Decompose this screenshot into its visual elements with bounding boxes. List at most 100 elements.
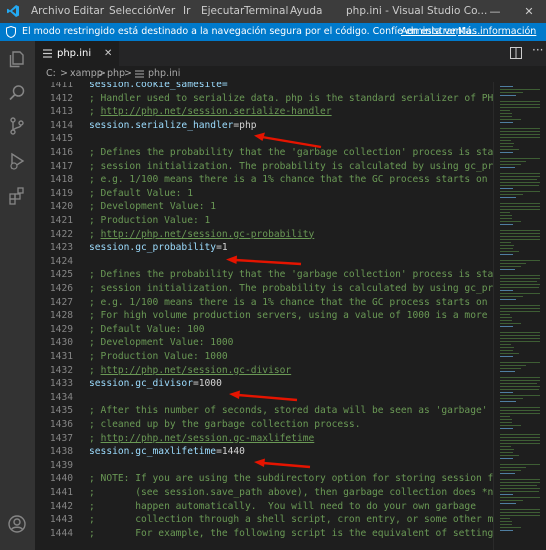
code-line[interactable]: 1414 session.serialize_handler=php [35,119,493,133]
menu-ejecutar[interactable]: Ejecutar [201,0,244,23]
minimap-line [500,182,540,183]
setting-line: session.gc_maxlifetime=1440 [89,445,245,459]
minimap[interactable] [493,82,546,550]
extensions-icon[interactable] [7,186,27,206]
minimap-line [500,491,539,492]
breadcrumb-drive[interactable]: C: [46,66,56,82]
minimap-line [500,419,512,420]
code-line[interactable]: 1424 [35,255,493,269]
vscode-logo-icon [7,5,19,17]
code-line[interactable]: 1411 session.cookie_samesite= [35,82,493,92]
menu-editar[interactable]: Editar [73,0,104,23]
code-line[interactable]: 1426 ; session initialization. The probab… [35,282,493,296]
code-line[interactable]: 1443 ; collection through a shell script,… [35,513,493,527]
run-debug-icon[interactable] [7,151,27,171]
minimap-line [500,254,513,255]
code-line[interactable]: 1435 ; After this number of seconds, stor… [35,404,493,418]
more-actions-icon[interactable]: ··· [532,43,543,57]
code-line[interactable]: 1427 ; e.g. 1/100 means there is a 1% cha… [35,296,493,310]
minimap-line [500,515,540,516]
minimap-line [500,398,523,399]
comment-line: ; session initialization. The probabilit… [89,283,493,294]
line-number: 1438 [49,446,73,458]
minimap-line [500,251,519,252]
menu-seleccion[interactable]: Selección [109,0,159,23]
code-line[interactable]: 1433 session.gc_divisor=1000 [35,377,493,391]
line-number: 1422 [49,228,73,240]
code-line[interactable]: 1442 ; happen automatically. You will nee… [35,500,493,514]
minimap-line [500,197,516,198]
code-line[interactable]: 1434 [35,391,493,405]
minimap-line [500,188,513,189]
menu-ver[interactable]: Ver [158,0,175,23]
source-control-icon[interactable] [7,116,27,136]
tab-php-ini[interactable]: php.ini ✕ [35,41,119,66]
line-number: 1417 [49,160,73,172]
code-line[interactable]: 1420 ; Development Value: 1 [35,200,493,214]
split-editor-icon[interactable] [510,47,522,59]
minimap-line [500,482,540,483]
code-line[interactable]: 1436 ; cleaned up by the garbage collecti… [35,418,493,432]
code-line[interactable]: 1432; http://php.net/session.gc-divisor [35,364,493,378]
minimap-line [500,152,513,153]
more-info-link[interactable]: Más información [458,23,536,41]
minimap-line [500,428,513,429]
menu-terminal[interactable]: Terminal [244,0,288,23]
code-line[interactable]: 1416 ; Defines the probability that the '… [35,146,493,160]
minimap-line [500,89,540,90]
code-line[interactable]: 1441 ; (see session.save_path above), the… [35,486,493,500]
minimize-button[interactable]: — [478,0,512,23]
comment-line: ; Development Value: 1000 [89,337,234,349]
code-line[interactable]: 1421 ; Production Value: 1 [35,214,493,228]
code-line[interactable]: 1429 ; Default Value: 100 [35,323,493,337]
manage-link[interactable]: Administrar [401,23,456,41]
menu-archivo[interactable]: Archivo [31,0,70,23]
code-line[interactable]: 1437; http://php.net/session.gc-maxlifet… [35,432,493,446]
minimap-line [500,215,512,216]
code-line[interactable]: 1444 ; For example, the following script … [35,527,493,541]
comment-link-line: ; http://php.net/session.gc-divisor [89,364,291,378]
minimap-line [500,464,540,465]
minimap-line [500,392,513,393]
doc-link[interactable]: http://php.net/session.gc-divisor [101,365,292,376]
close-button[interactable]: ✕ [512,0,546,23]
account-icon[interactable] [7,514,27,534]
code-line[interactable]: 1430 ; Development Value: 1000 [35,336,493,350]
code-line[interactable]: 1418 ; e.g. 1/100 means there is a 1% cha… [35,173,493,187]
setting-value: =php [233,119,257,131]
code-line[interactable]: 1439 [35,459,493,473]
code-editor[interactable]: 1411 session.cookie_samesite= 1412 ; Handle… [35,82,493,550]
search-icon[interactable] [7,83,27,103]
code-line[interactable]: 1419 ; Default Value: 1 [35,187,493,201]
minimap-line [500,455,519,456]
code-line[interactable]: 1415 [35,132,493,146]
menu-ir[interactable]: Ir [183,0,190,23]
code-line[interactable]: 1440 ; NOTE: If you are using the subdire… [35,472,493,486]
doc-link[interactable]: http://php.net/session.gc-probability [101,229,315,240]
setting-key: session.gc_probability [89,242,217,254]
code-line[interactable]: 1412 ; Handler used to serialize data. ph… [35,92,493,106]
line-number: 1412 [49,92,73,104]
code-line[interactable]: 1431 ; Production Value: 1000 [35,350,493,364]
line-number: 1414 [49,119,73,131]
menu-ayuda[interactable]: Ayuda [290,0,322,23]
minimap-line [500,323,521,324]
line-number: 1440 [49,473,73,485]
doc-link[interactable]: http://php.net/session.gc-maxlifetime [101,433,315,444]
tab-close-icon[interactable]: ✕ [104,41,112,66]
breadcrumb-php[interactable]: php [107,66,125,82]
minimap-line [500,110,510,111]
code-line[interactable]: 1438 session.gc_maxlifetime=1440 [35,445,493,459]
minimap-line [500,401,516,402]
code-line[interactable]: 1428 ; For high volume production servers… [35,309,493,323]
code-line[interactable]: 1422; http://php.net/session.gc-probabil… [35,228,493,242]
code-line[interactable]: 1417 ; session initialization. The probab… [35,160,493,174]
doc-link[interactable]: http://php.net/session.serialize-handler [101,106,332,117]
comment-line: ; Production Value: 1000 [89,351,228,362]
breadcrumb-file[interactable]: php.ini [148,66,180,82]
setting-value: =1 [216,242,228,254]
explorer-icon[interactable] [7,49,27,69]
code-line[interactable]: 1425 ; Defines the probability that the '… [35,268,493,282]
code-line[interactable]: 1423 session.gc_probability=1 [35,241,493,255]
code-line[interactable]: 1413; http://php.net/session.serialize-h… [35,105,493,119]
